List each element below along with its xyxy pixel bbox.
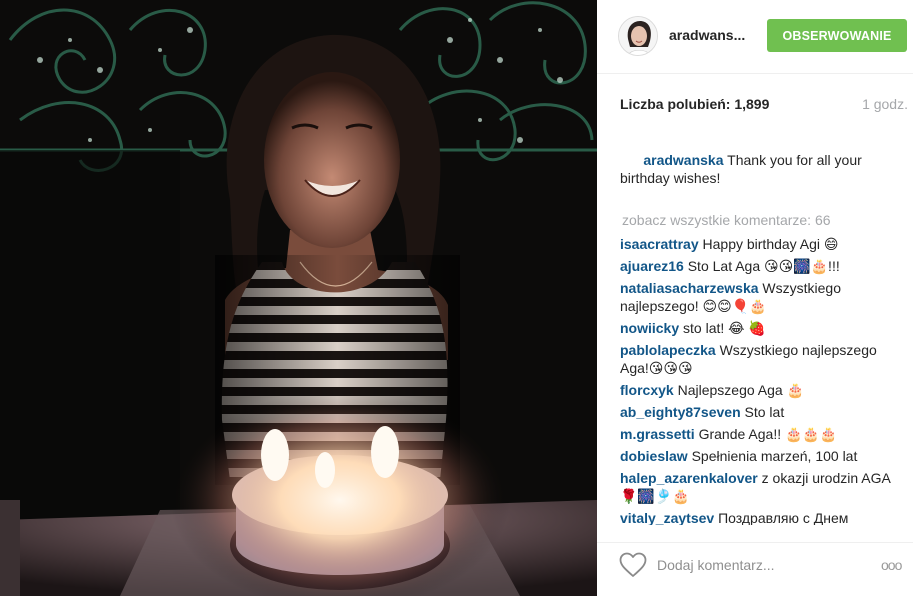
comment-item: vitaly_zaytsev Поздравляю с Днем <box>620 509 908 525</box>
post-photo[interactable] <box>0 0 597 596</box>
post-caption: aradwanska Thank you for all your birthd… <box>620 133 908 205</box>
heart-outline-icon[interactable] <box>619 552 647 578</box>
comment-username[interactable]: dobieslaw <box>620 448 688 464</box>
post-details-panel: aradwans... OBSERWOWANIE Liczba polubień… <box>597 0 913 596</box>
comment-text: Поздравляю с Днем <box>718 510 849 525</box>
comment-username[interactable]: halep_azarenkalover <box>620 470 758 486</box>
comment-text: Spełnienia marzeń, 100 lat <box>691 448 858 464</box>
follow-button[interactable]: OBSERWOWANIE <box>767 19 907 52</box>
comment-item: nowiicky sto lat! 😂 🍓 <box>620 319 908 337</box>
comment-item: nataliasacharzewska Wszystkiego najlepsz… <box>620 279 908 315</box>
comment-item: halep_azarenkalover z okazji urodzin AGA… <box>620 469 908 505</box>
comment-text: Sto Lat Aga 😘😘🎆🎂!!! <box>687 258 840 274</box>
author-username[interactable]: aradwans... <box>669 27 745 43</box>
comment-username[interactable]: pablolapeczka <box>620 342 716 358</box>
comment-item: florcxyk Najlepszego Aga 🎂 <box>620 381 908 399</box>
comment-username[interactable]: vitaly_zaytsev <box>620 510 714 525</box>
view-all-comments-link[interactable]: zobacz wszystkie komentarze: 66 <box>622 211 908 229</box>
comment-item: pablolapeczka Wszystkiego najlepszego Ag… <box>620 341 908 377</box>
profile-picture-icon <box>619 17 657 55</box>
comment-username[interactable]: nataliasacharzewska <box>620 280 759 296</box>
comment-username[interactable]: florcxyk <box>620 382 674 398</box>
comment-text: Happy birthday Agi 😄 <box>702 236 839 252</box>
post-header: aradwans... OBSERWOWANIE <box>597 0 913 74</box>
post-actions-bar: ooo <box>597 542 913 596</box>
likes-count[interactable]: Liczba polubień: 1,899 <box>620 96 769 112</box>
birthday-photo-image <box>0 0 597 596</box>
comment-item: isaacrattray Happy birthday Agi 😄 <box>620 235 908 253</box>
caption-username[interactable]: aradwanska <box>643 152 723 168</box>
comment-item: dobieslaw Spełnienia marzeń, 100 lat <box>620 447 908 465</box>
comment-text: sto lat! 😂 🍓 <box>683 320 766 336</box>
comment-username[interactable]: ab_eighty87seven <box>620 404 741 420</box>
comments-list[interactable]: aradwanska Thank you for all your birthd… <box>620 133 908 525</box>
comment-username[interactable]: ajuarez16 <box>620 258 684 274</box>
comment-text: Najlepszego Aga 🎂 <box>677 382 804 398</box>
comment-item: m.grassetti Grande Aga!! 🎂🎂🎂 <box>620 425 908 443</box>
comment-item: ajuarez16 Sto Lat Aga 😘😘🎆🎂!!! <box>620 257 908 275</box>
comment-text: Sto lat <box>744 404 785 420</box>
post-stats: Liczba polubień: 1,899 1 godz. <box>597 74 913 122</box>
avatar[interactable] <box>618 16 658 56</box>
comment-item: ab_eighty87seven Sto lat <box>620 403 908 421</box>
post-timestamp[interactable]: 1 godz. <box>862 96 908 112</box>
more-options-icon[interactable]: ooo <box>881 555 907 575</box>
comment-text: Grande Aga!! 🎂🎂🎂 <box>698 426 838 442</box>
comment-username[interactable]: nowiicky <box>620 320 679 336</box>
comment-username[interactable]: isaacrattray <box>620 236 699 252</box>
comment-username[interactable]: m.grassetti <box>620 426 695 442</box>
add-comment-input[interactable] <box>657 551 857 579</box>
